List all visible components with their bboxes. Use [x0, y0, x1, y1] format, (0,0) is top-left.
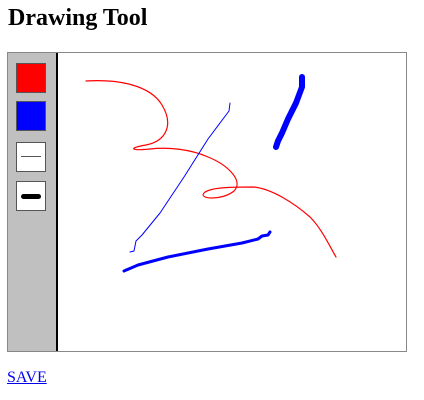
red-color-swatch[interactable]	[16, 63, 46, 93]
drawing-app	[7, 52, 407, 352]
blue-medium-stroke	[122, 230, 272, 273]
toolbar	[8, 53, 58, 351]
blue-thin-stroke	[129, 102, 231, 253]
drawing-canvas[interactable]	[58, 53, 406, 351]
thick-line-icon	[21, 194, 41, 199]
blue-color-swatch[interactable]	[16, 101, 46, 131]
blue-thick-stroke	[273, 74, 305, 150]
page-title: Drawing Tool	[8, 5, 148, 31]
thin-line-icon	[21, 156, 41, 157]
canvas-drawing	[85, 74, 337, 273]
thick-line-button[interactable]	[16, 181, 46, 211]
thin-line-button[interactable]	[16, 142, 46, 172]
red-stroke	[85, 80, 337, 258]
save-link[interactable]: SAVE	[7, 369, 47, 387]
